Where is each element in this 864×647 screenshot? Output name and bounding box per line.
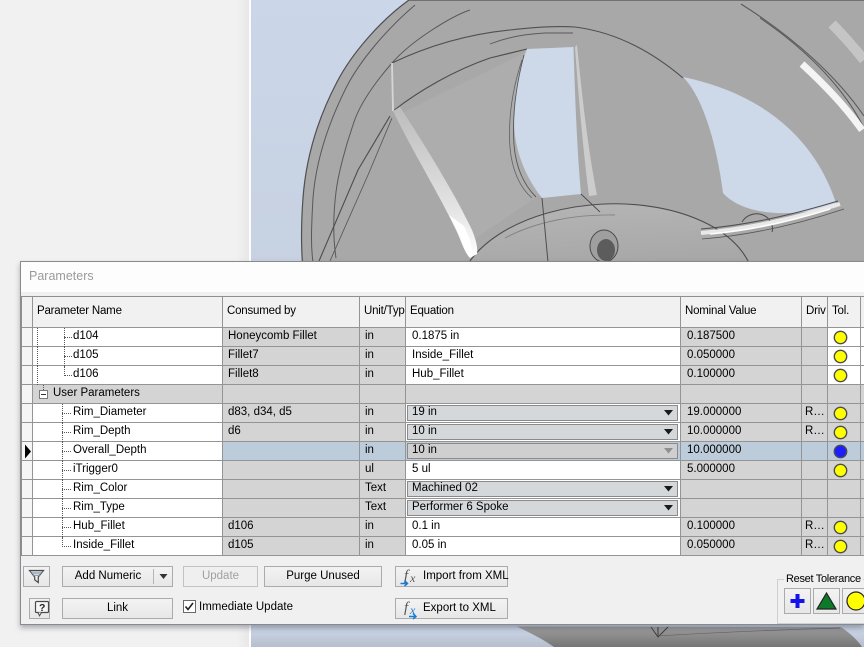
- svg-text:?: ?: [39, 602, 45, 614]
- svg-text:x: x: [409, 571, 416, 585]
